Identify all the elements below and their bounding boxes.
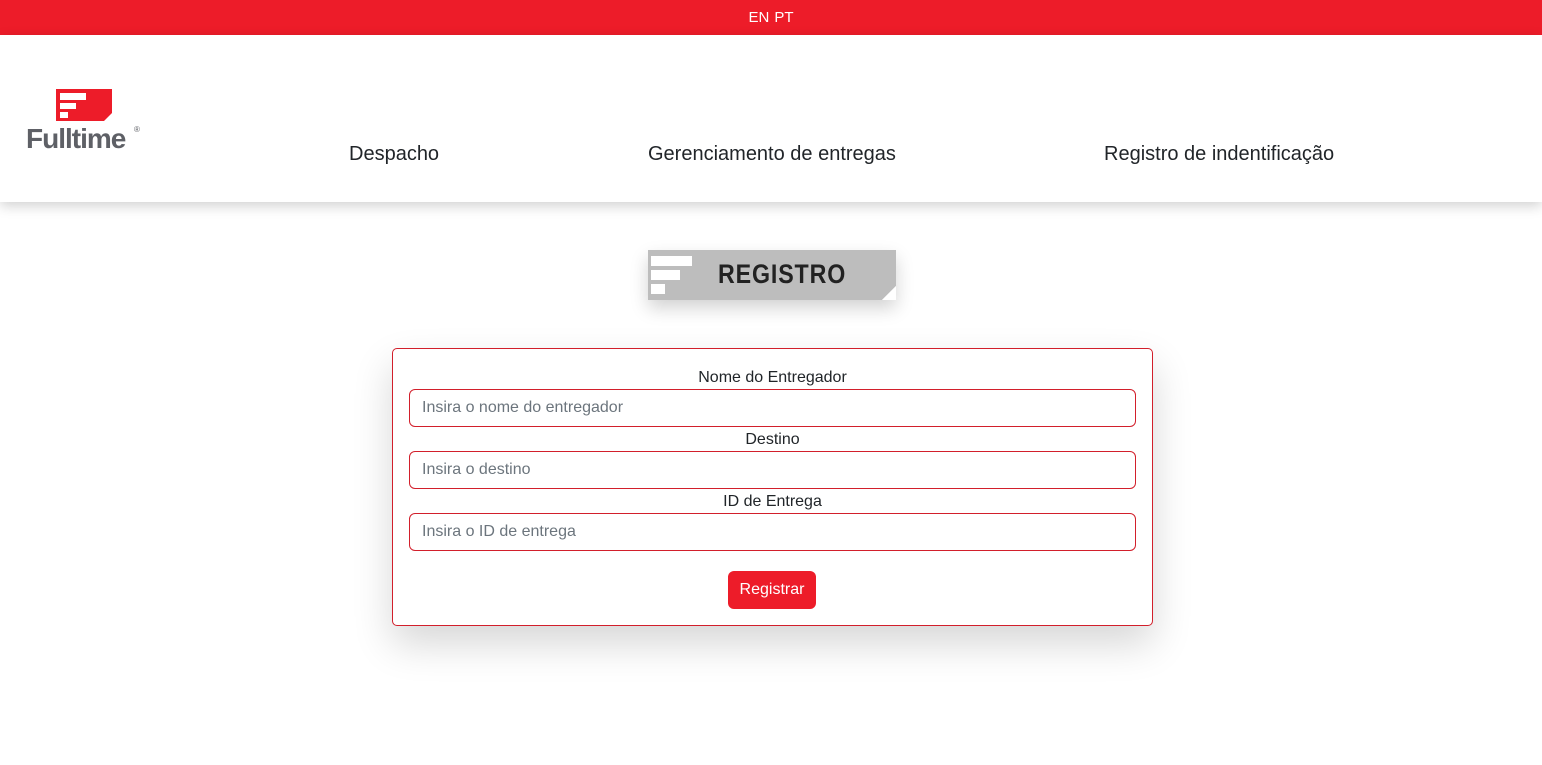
brand-name: Fulltime [26, 123, 126, 154]
brand-logo-icon [56, 89, 112, 121]
registered-mark: ® [134, 125, 140, 134]
page-title: REGISTRO [718, 259, 847, 289]
delivery-id-input[interactable] [409, 513, 1136, 551]
brand-logo[interactable]: Fulltime ® [26, 89, 146, 153]
delivery-person-name-input[interactable] [409, 389, 1136, 427]
delivery-person-name-label: Nome do Entregador [698, 369, 847, 386]
language-bar: EN PT [0, 0, 1542, 35]
register-button[interactable]: Registrar [728, 571, 816, 609]
nav-item-registro-de-identificacao[interactable]: Registro de indentificação [1104, 142, 1334, 166]
nav-item-gerenciamento-de-entregas[interactable]: Gerenciamento de entregas [648, 142, 896, 166]
page-title-banner: REGISTRO [648, 250, 896, 300]
registration-form: Nome do Entregador Destino ID de Entrega… [392, 348, 1153, 626]
delivery-id-label: ID de Entrega [723, 493, 822, 510]
language-option-pt[interactable]: PT [774, 9, 793, 26]
nav-item-despacho[interactable]: Despacho [349, 142, 439, 166]
language-option-en[interactable]: EN [748, 9, 769, 26]
main-header: Fulltime ® Despacho Gerenciamento de ent… [0, 35, 1542, 202]
destination-label: Destino [745, 431, 800, 448]
destination-input[interactable] [409, 451, 1136, 489]
